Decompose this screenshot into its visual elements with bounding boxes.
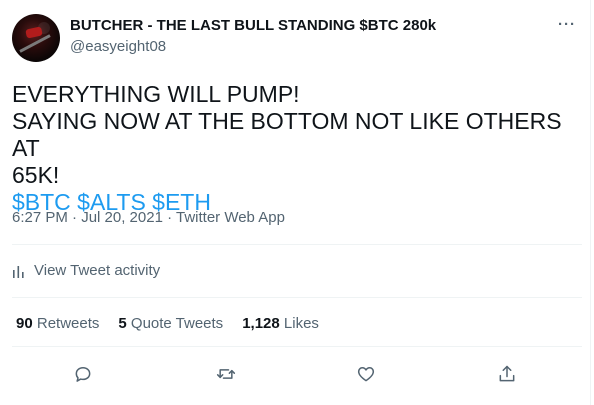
tweet-text: EVERYTHING WILL PUMP! SAYING NOW AT THE … bbox=[12, 81, 572, 216]
like-icon[interactable] bbox=[352, 360, 380, 388]
likes-label: Likes bbox=[283, 315, 319, 332]
more-options-icon[interactable]: ··· bbox=[558, 16, 576, 33]
author-name[interactable]: BUTCHER - THE LAST BULL STANDING $BTC 28… bbox=[70, 17, 436, 34]
retweet-icon[interactable] bbox=[212, 360, 240, 388]
reply-icon[interactable] bbox=[69, 360, 97, 388]
divider bbox=[12, 297, 582, 298]
action-bar bbox=[0, 360, 594, 388]
view-activity-link[interactable]: View Tweet activity bbox=[12, 262, 160, 279]
retweets-label: Retweets bbox=[36, 315, 100, 332]
share-icon[interactable] bbox=[493, 360, 521, 388]
tweet-line: SAYING NOW AT THE BOTTOM NOT LIKE OTHERS… bbox=[12, 108, 562, 161]
author-handle[interactable]: @easyeight08 bbox=[70, 38, 166, 55]
retweets-count: 90 bbox=[16, 315, 33, 332]
engagement-stats: 90 Retweets 5 Quote Tweets 1,128 Likes bbox=[16, 315, 338, 332]
tweet-line: 65K! bbox=[12, 162, 60, 188]
quotes-stat[interactable]: 5 Quote Tweets bbox=[118, 315, 223, 332]
tweet-timestamp[interactable]: 6:27 PM · Jul 20, 2021 · Twitter Web App bbox=[12, 209, 285, 226]
divider bbox=[12, 346, 582, 347]
retweets-stat[interactable]: 90 Retweets bbox=[16, 315, 99, 332]
likes-count: 1,128 bbox=[242, 315, 280, 332]
tweet-card: BUTCHER - THE LAST BULL STANDING $BTC 28… bbox=[0, 0, 594, 405]
quotes-label: Quote Tweets bbox=[130, 315, 224, 332]
activity-label: View Tweet activity bbox=[34, 262, 161, 279]
likes-stat[interactable]: 1,128 Likes bbox=[242, 315, 319, 332]
avatar[interactable] bbox=[12, 14, 60, 62]
column-border bbox=[590, 0, 591, 405]
activity-icon bbox=[12, 264, 34, 278]
avatar-detail bbox=[19, 34, 51, 53]
quotes-count: 5 bbox=[118, 315, 127, 332]
tweet-line: EVERYTHING WILL PUMP! bbox=[12, 81, 300, 107]
divider bbox=[12, 244, 582, 245]
avatar-detail bbox=[25, 26, 43, 39]
